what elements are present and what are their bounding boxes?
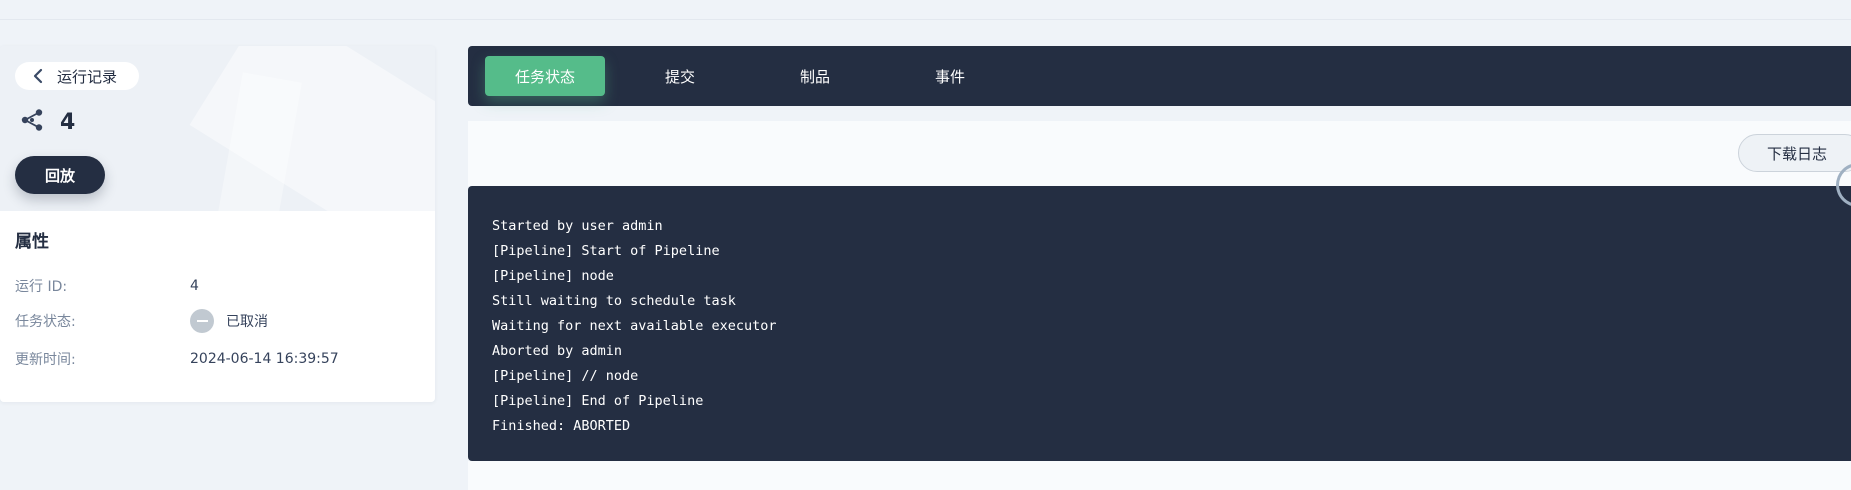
chevron-left-icon	[33, 68, 43, 84]
log-line: [Pipeline] node	[492, 268, 614, 284]
log-line: Started by user admin	[492, 218, 663, 234]
replay-button[interactable]: 回放	[15, 156, 105, 194]
log-lines: Started by user admin [Pipeline] Start o…	[492, 214, 776, 439]
log-line: [Pipeline] // node	[492, 368, 639, 384]
log-line: Waiting for next available executor	[492, 318, 777, 334]
tab-events[interactable]: 事件	[890, 56, 1010, 96]
property-row-run-id: 运行 ID: 4	[15, 276, 199, 296]
download-log-button[interactable]: 下载日志	[1738, 134, 1851, 172]
log-line: Aborted by admin	[492, 343, 623, 359]
top-divider	[0, 19, 1851, 20]
property-label: 任务状态:	[15, 314, 76, 330]
bottom-strip	[468, 461, 1851, 490]
run-number: 4	[60, 109, 76, 135]
log-line: [Pipeline] End of Pipeline	[492, 393, 704, 409]
property-row-updated-time: 更新时间: 2024-06-14 16:39:57	[15, 349, 339, 369]
updated-time-value: 2024-06-14 16:39:57	[190, 351, 339, 367]
property-label: 更新时间:	[15, 352, 76, 368]
tab-commits[interactable]: 提交	[620, 56, 740, 96]
back-button-label: 运行记录	[57, 67, 118, 86]
log-line: Finished: ABORTED	[492, 418, 631, 434]
tabs-bar: 任务状态 提交 制品 事件	[468, 46, 1851, 106]
log-line: Still waiting to schedule task	[492, 293, 736, 309]
property-row-task-status: 任务状态: 已取消	[15, 309, 268, 333]
pipeline-icon	[20, 108, 44, 136]
log-toolbar	[468, 121, 1851, 186]
tab-artifacts[interactable]: 制品	[755, 56, 875, 96]
run-title: 4	[20, 108, 75, 136]
property-label: 运行 ID:	[15, 279, 68, 295]
log-line: [Pipeline] Start of Pipeline	[492, 243, 720, 259]
property-value: 已取消	[190, 309, 268, 333]
run-id-value: 4	[190, 278, 199, 294]
back-to-run-records-button[interactable]: 运行记录	[15, 62, 140, 90]
properties-title: 属性	[15, 232, 49, 252]
property-value: 4	[190, 278, 199, 294]
properties-section: 属性 运行 ID: 4 任务状态: 已取消 更新时间: 2024-06-14 1…	[0, 211, 435, 402]
tab-task-status[interactable]: 任务状态	[485, 56, 605, 96]
run-header: 运行记录 4 回放	[0, 46, 435, 211]
property-value: 2024-06-14 16:39:57	[190, 351, 339, 367]
minus-circle-icon	[190, 309, 214, 333]
run-detail-panel: 运行记录 4 回放 属性 运行 ID: 4 任务状态: 已取消 更新时间: 20…	[0, 46, 435, 402]
log-output-panel: Started by user admin [Pipeline] Start o…	[468, 186, 1851, 461]
status-value: 已取消	[226, 314, 268, 330]
